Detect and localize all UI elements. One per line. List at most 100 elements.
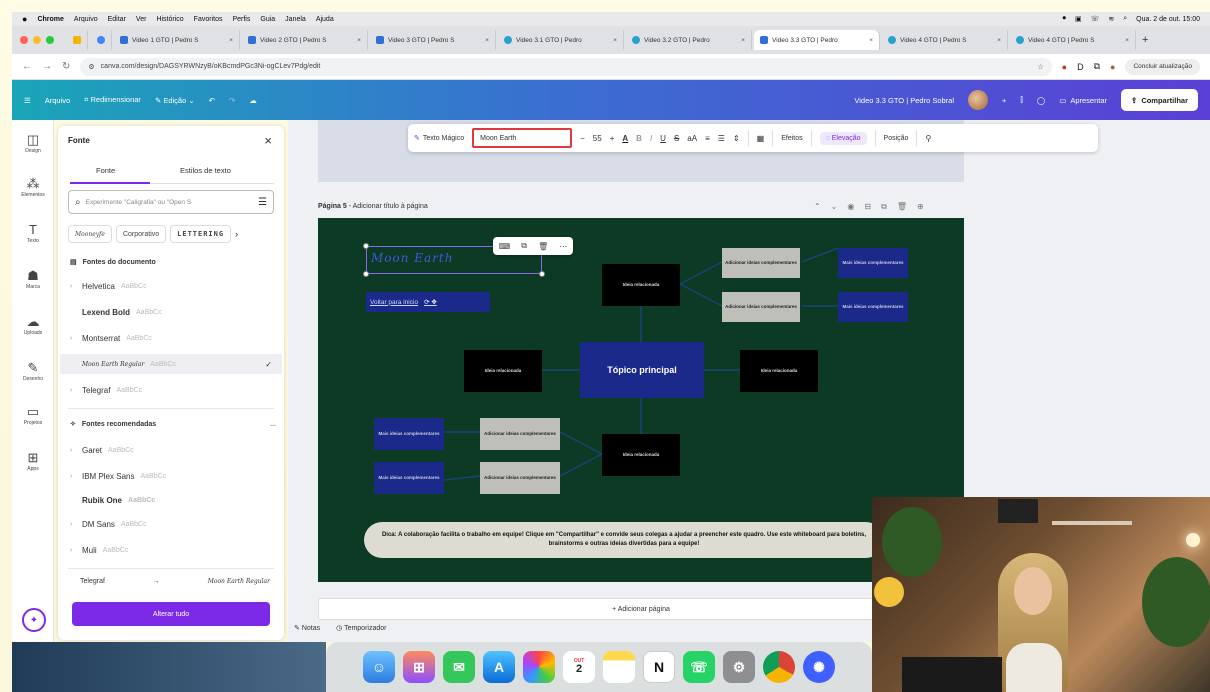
messages-icon[interactable]: ✉ bbox=[443, 651, 475, 683]
page-label[interactable]: Página 5 - Adicionar título à página bbox=[318, 203, 428, 210]
menu-favoritos[interactable]: Favoritos bbox=[194, 16, 223, 23]
chevron-right-icon[interactable]: › bbox=[70, 521, 76, 528]
page-down-icon[interactable]: ⌄ bbox=[831, 202, 838, 212]
browser-tab[interactable]: Video 3 GTO | Pedro S × bbox=[370, 30, 496, 50]
comment-icon[interactable]: ⌨ bbox=[499, 242, 511, 251]
apple-icon[interactable]: ● bbox=[22, 14, 27, 24]
extension-icon[interactable]: ● bbox=[1062, 62, 1067, 72]
add-ideas-node[interactable]: Adicionar ideias complementares bbox=[722, 292, 800, 322]
browser-tab[interactable]: Video 1 GTO | Pedro S × bbox=[114, 30, 240, 50]
timer-button[interactable]: ◷ Temporizador bbox=[336, 624, 386, 632]
main-topic-node[interactable]: Tópico principal bbox=[580, 342, 704, 398]
chip-lettering[interactable]: LETTERING bbox=[170, 225, 232, 243]
document-title[interactable]: Video 3.3 GTO | Pedro Sobral bbox=[854, 96, 954, 105]
magic-text-button[interactable]: ✎ Texto Mágico bbox=[414, 134, 464, 143]
record-icon[interactable]: ⏺ bbox=[1062, 15, 1066, 23]
phone-icon[interactable]: ☏ bbox=[1091, 15, 1100, 23]
add-ideas-node[interactable]: Adicionar ideias complementares bbox=[480, 462, 560, 494]
page-title-text[interactable]: Moon Earth bbox=[371, 251, 453, 265]
related-idea-node[interactable]: Ideia relacionada bbox=[602, 264, 680, 306]
close-icon[interactable]: × bbox=[264, 133, 272, 148]
rail-projects[interactable]: ▭ Projetos bbox=[12, 404, 54, 426]
photos-icon[interactable] bbox=[523, 651, 555, 683]
file-menu[interactable]: Arquivo bbox=[45, 96, 70, 105]
browser-tab[interactable]: Video 3.1 GTO | Pedro × bbox=[498, 30, 624, 50]
more-options-icon[interactable]: ⋯ bbox=[559, 242, 567, 251]
font-item-garet[interactable]: › Garet AaBbCc bbox=[70, 440, 276, 460]
url-field[interactable]: ⚙ canva.com/design/DAGSYRWNzyB/oKBcmdPGc… bbox=[80, 57, 1052, 76]
menu-editar[interactable]: Editar bbox=[108, 16, 126, 23]
back-to-start-button[interactable]: Voltar para inicio ⟳ ✥ bbox=[366, 292, 490, 312]
menu-ajuda[interactable]: Ajuda bbox=[316, 16, 334, 23]
close-tab-icon[interactable]: × bbox=[741, 37, 745, 44]
menu-chrome[interactable]: Chrome bbox=[37, 16, 63, 23]
font-item-muli[interactable]: › Muli AaBbCc bbox=[70, 540, 276, 560]
hide-page-icon[interactable]: ◉ bbox=[847, 202, 854, 212]
tab-font[interactable]: Fonte bbox=[96, 166, 115, 175]
forward-arrow-icon[interactable]: → bbox=[42, 61, 52, 72]
font-family-select[interactable]: Moon Earth bbox=[472, 128, 573, 148]
rail-elements[interactable]: ⁂ Elementos bbox=[12, 176, 54, 198]
resize-handle[interactable] bbox=[363, 271, 369, 277]
add-page-icon[interactable]: ⊕ bbox=[917, 202, 924, 212]
add-collaborator-icon[interactable]: + bbox=[1002, 96, 1006, 105]
close-tab-icon[interactable]: × bbox=[485, 37, 489, 44]
close-tab-icon[interactable]: × bbox=[869, 37, 873, 44]
related-idea-node[interactable]: Ideia relacionada bbox=[464, 350, 542, 392]
cloud-saved-icon[interactable]: ☁ bbox=[249, 96, 257, 105]
menu-ver[interactable]: Ver bbox=[136, 16, 147, 23]
strikethrough-button[interactable]: S bbox=[674, 134, 679, 143]
chevron-right-icon[interactable]: › bbox=[70, 473, 76, 480]
browser-tab-active[interactable]: Video 3.3 GTO | Pedro × bbox=[754, 30, 880, 50]
resize-handle[interactable] bbox=[539, 271, 545, 277]
more-icon[interactable]: ... bbox=[270, 421, 276, 428]
selected-title-textbox[interactable]: Moon Earth ⌨ ⧉ 🗑 ⋯ bbox=[363, 237, 573, 277]
effects-button[interactable]: Efeitos bbox=[781, 135, 802, 142]
chip-corporate[interactable]: Corporativo bbox=[115, 225, 167, 243]
menu-guia[interactable]: Guia bbox=[260, 16, 275, 23]
font-item-montserrat[interactable]: › Montserrat AaBbCc bbox=[70, 328, 276, 348]
letter-case-button[interactable]: aA bbox=[687, 134, 697, 143]
related-idea-node[interactable]: Ideia relacionada bbox=[602, 434, 680, 476]
duplicate-icon[interactable]: ⧉ bbox=[521, 241, 527, 251]
redo-icon[interactable]: ↷ bbox=[229, 96, 235, 105]
add-ideas-node[interactable]: Adicionar ideias complementares bbox=[480, 418, 560, 450]
site-info-icon[interactable]: ⚙ bbox=[88, 63, 94, 71]
chevron-right-icon[interactable]: › bbox=[70, 447, 76, 454]
browser-tab[interactable]: Video 3.2 GTO | Pedro × bbox=[626, 30, 752, 50]
extensions-puzzle-icon[interactable]: ⧉ bbox=[1094, 61, 1100, 72]
comments-icon[interactable]: ◯ bbox=[1037, 96, 1045, 105]
wifi-icon[interactable]: ≋ bbox=[1108, 15, 1114, 23]
notion-icon[interactable]: N bbox=[643, 651, 675, 683]
add-ideas-node[interactable]: Adicionar ideias complementares bbox=[722, 248, 800, 278]
paint-format-icon[interactable]: ⚲ bbox=[925, 134, 931, 143]
font-search-input[interactable]: ⌕ Experimente "Caligrafia" ou "Open S ☰ bbox=[68, 190, 274, 214]
font-item-lexend-bold[interactable]: Lexend Bold AaBbCc bbox=[70, 302, 276, 322]
zoom-window-button[interactable] bbox=[46, 36, 54, 44]
browser-tab[interactable]: Video 2 GTO | Pedro S × bbox=[242, 30, 368, 50]
list-icon[interactable]: ☰ bbox=[718, 134, 725, 143]
tab-text-styles[interactable]: Estilos de texto bbox=[180, 166, 231, 175]
chevron-right-icon[interactable]: › bbox=[70, 335, 76, 342]
chevron-right-icon[interactable]: › bbox=[70, 283, 76, 290]
align-icon[interactable]: ≡ bbox=[705, 134, 710, 143]
rail-design[interactable]: ◫ Design bbox=[12, 132, 54, 154]
font-size-input[interactable]: 55 bbox=[593, 134, 602, 143]
elevation-button[interactable]: ◌ Elevação bbox=[819, 131, 867, 145]
increase-font-size-button[interactable]: + bbox=[610, 134, 615, 143]
more-ideas-node[interactable]: Mais ideias complementares bbox=[374, 462, 444, 494]
update-button[interactable]: Concluir atualização bbox=[1125, 58, 1200, 75]
calendar-icon[interactable]: OUT 2 bbox=[563, 651, 595, 683]
chevron-right-icon[interactable]: › bbox=[70, 547, 76, 554]
font-item-rubik-one[interactable]: Rubik One AaBbCc bbox=[70, 490, 276, 510]
menu-arquivo[interactable]: Arquivo bbox=[74, 16, 98, 23]
apply-all-button[interactable]: Alterar tudo bbox=[72, 602, 270, 626]
minimize-window-button[interactable] bbox=[33, 36, 41, 44]
rail-apps[interactable]: ⊞ Apps bbox=[12, 450, 54, 472]
collaborator-avatar[interactable] bbox=[968, 90, 989, 110]
close-tab-icon[interactable]: × bbox=[613, 37, 617, 44]
pinned-tab-drive[interactable] bbox=[66, 30, 88, 50]
rail-draw[interactable]: ✎ Desenho bbox=[12, 360, 54, 382]
present-button[interactable]: ▭ Apresentar bbox=[1059, 96, 1107, 105]
rail-brand[interactable]: ☗ Marca bbox=[12, 268, 54, 290]
